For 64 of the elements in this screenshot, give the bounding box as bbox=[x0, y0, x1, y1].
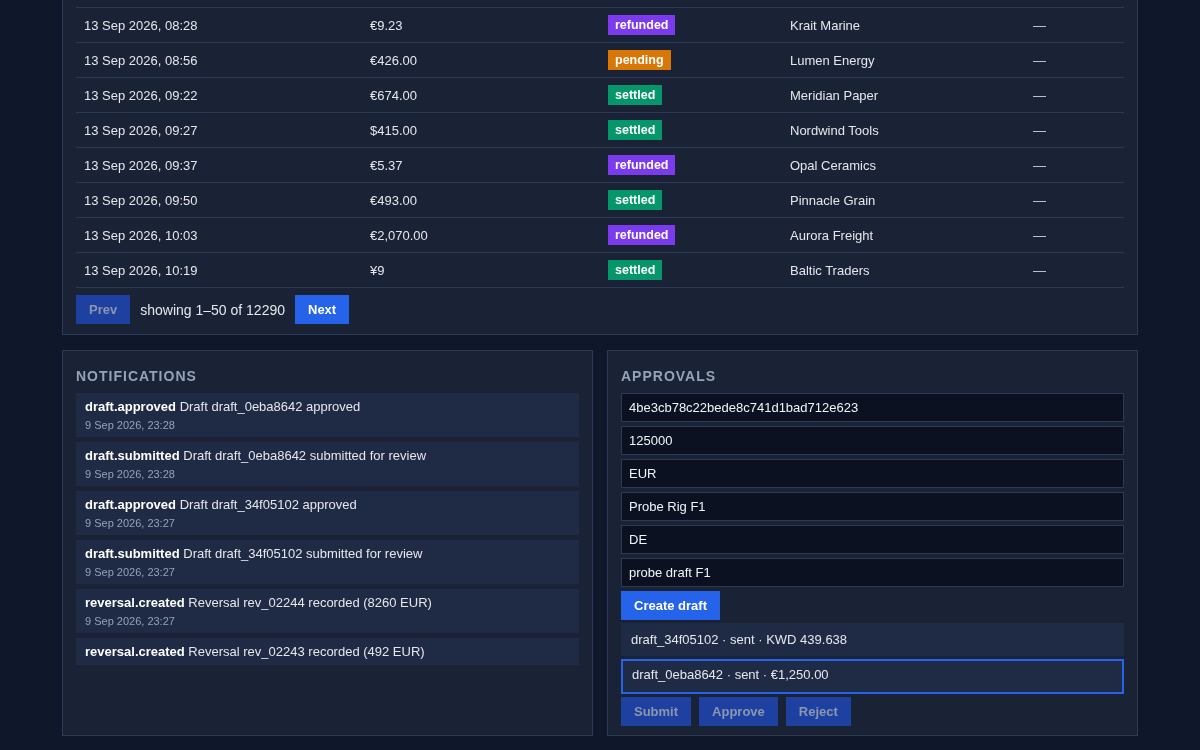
table-cell-text: — bbox=[1032, 17, 1047, 33]
table-cell-text: 13 Sep 2026, 09:50 bbox=[83, 192, 199, 208]
table-cell-text: €9.23 bbox=[369, 17, 404, 33]
table-cell-text: 13 Sep 2026, 08:28 bbox=[83, 17, 199, 33]
status-badge: pending bbox=[608, 50, 671, 70]
status-badge: settled bbox=[608, 190, 663, 210]
status-badge: refunded bbox=[608, 225, 676, 245]
table-cell-text: $415.00 bbox=[369, 122, 418, 138]
table-cell-text: 13 Sep 2026, 10:19 bbox=[83, 262, 199, 278]
table-cell-text: Baltic Traders bbox=[789, 262, 871, 278]
table-cell-text: — bbox=[1032, 87, 1047, 103]
input-field[interactable]: Probe Rig F1 bbox=[621, 492, 1124, 521]
input-field[interactable]: probe draft F1 bbox=[621, 558, 1124, 587]
status-badge: settled bbox=[608, 85, 663, 105]
input-field[interactable]: 4be3cb78c22bede8c741d1bad712e623 bbox=[621, 393, 1124, 422]
table-cell-text: 13 Sep 2026, 10:03 bbox=[83, 227, 199, 243]
table-cell-text: — bbox=[1032, 52, 1047, 68]
draft-item[interactable]: draft_34f05102 · sent · KWD 439.638 bbox=[621, 623, 1124, 656]
notification-time: 9 Sep 2026, 23:27 bbox=[85, 615, 176, 627]
notification-time: 9 Sep 2026, 23:27 bbox=[85, 517, 176, 529]
notification-time: 9 Sep 2026, 23:28 bbox=[85, 468, 176, 480]
panel-title: NOTIFICATIONS bbox=[76, 368, 198, 384]
table-cell-text: Meridian Paper bbox=[789, 87, 880, 103]
table-cell-text: €493.00 bbox=[369, 192, 418, 208]
notification-text: reversal.created Reversal rev_02244 recorded (8260 EUR) bbox=[85, 595, 433, 610]
table-cell-text: 13 Sep 2026, 08:56 bbox=[83, 52, 199, 68]
action-button[interactable]: Create draft bbox=[621, 591, 720, 620]
table-cell-text: Nordwind Tools bbox=[789, 122, 880, 138]
table-cell-text: €2,070.00 bbox=[369, 227, 429, 243]
table-cell-text: — bbox=[1032, 227, 1047, 243]
status-badge: refunded bbox=[608, 155, 676, 175]
table-cell-text: Lumen Energy bbox=[789, 52, 876, 68]
table-cell-text: Krait Marine bbox=[789, 17, 862, 33]
status-badge: refunded bbox=[608, 15, 676, 35]
draft-item[interactable]: draft_0eba8642 · sent · €1,250.00 bbox=[621, 659, 1124, 694]
notification-text: draft.approved Draft draft_34f05102 approved bbox=[85, 497, 358, 512]
notification-text: reversal.created Reversal rev_02243 recorded (492 EUR) bbox=[85, 644, 426, 659]
input-field[interactable]: EUR bbox=[621, 459, 1124, 488]
input-field[interactable]: DE bbox=[621, 525, 1124, 554]
table-cell-text: 13 Sep 2026, 09:37 bbox=[83, 157, 199, 173]
notification-text: draft.approved Draft draft_0eba8642 approved bbox=[85, 399, 362, 414]
table-cell-text: 13 Sep 2026, 09:22 bbox=[83, 87, 199, 103]
page-summary: showing 1–50 of 12290 bbox=[140, 301, 285, 318]
table-cell-text: Opal Ceramics bbox=[789, 157, 877, 173]
table-cell-text: Aurora Freight bbox=[789, 227, 875, 243]
table-cell-text: ¥9 bbox=[369, 262, 386, 278]
notification-text: draft.submitted Draft draft_34f05102 submitted for review bbox=[85, 546, 424, 561]
table-cell-text: 13 Sep 2026, 09:27 bbox=[83, 122, 199, 138]
table-cell-text: — bbox=[1032, 262, 1047, 278]
notification-text: draft.submitted Draft draft_0eba8642 submitted for review bbox=[85, 448, 428, 463]
notification-time: 9 Sep 2026, 23:27 bbox=[85, 566, 176, 578]
panel-title: APPROVALS bbox=[621, 368, 718, 384]
table-cell-text: — bbox=[1032, 122, 1047, 138]
table-cell-text: — bbox=[1032, 157, 1047, 173]
status-badge: settled bbox=[608, 260, 663, 280]
action-button[interactable]: Next bbox=[295, 295, 350, 324]
table-cell-text: Pinnacle Grain bbox=[789, 192, 877, 208]
table-cell-text: €5.37 bbox=[369, 157, 404, 173]
input-field[interactable]: 125000 bbox=[621, 426, 1124, 455]
table-cell-text: €674.00 bbox=[369, 87, 418, 103]
table-cell-text: €426.00 bbox=[369, 52, 418, 68]
notification-time: 9 Sep 2026, 23:28 bbox=[85, 419, 176, 431]
status-badge: settled bbox=[608, 120, 663, 140]
table-cell-text: — bbox=[1032, 192, 1047, 208]
